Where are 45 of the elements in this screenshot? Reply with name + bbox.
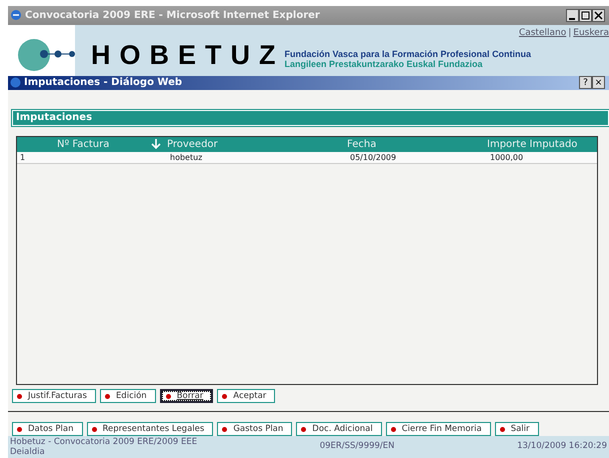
- dialog-title: Imputaciones - Diálogo Web: [24, 76, 182, 90]
- action-button[interactable]: Justif.Facturas: [12, 389, 96, 403]
- table-cell-text: 05/10/2009: [349, 152, 396, 162]
- bullet-icon: [17, 394, 22, 398]
- bullet-icon: [222, 394, 228, 398]
- action-button[interactable]: Datos Plan: [12, 422, 83, 436]
- minimize-icon[interactable]: [566, 8, 579, 22]
- action-button[interactable]: Aceptar: [217, 389, 276, 403]
- tagline: Langileen Prestakuntzarako Euskal Fundazioa: [284, 58, 484, 69]
- action-button[interactable]: Doc. Adicional: [296, 422, 382, 436]
- bullet-icon: [92, 426, 97, 432]
- window-title: Convocatoria 2009 ERE - Microsoft Internet Explorer: [25, 8, 320, 23]
- brand-name: HOBETUZ: [91, 42, 284, 72]
- bullet-icon: [301, 426, 306, 432]
- action-button[interactable]: Borrar: [160, 389, 214, 403]
- bullet-icon: [390, 426, 396, 432]
- bullet-icon: [17, 426, 22, 432]
- table-cell-text: 1: [19, 152, 26, 162]
- action-button[interactable]: Gastos Plan: [217, 422, 292, 436]
- table-cell-text: hobetuz: [169, 152, 202, 162]
- language-link[interactable]: Castellano: [518, 28, 566, 38]
- action-button[interactable]: Cierre Fin Memoria: [386, 422, 491, 436]
- section-header: Imputaciones: [12, 110, 609, 126]
- bullet-icon: [104, 394, 110, 398]
- browser-icon: [10, 9, 22, 22]
- table-row[interactable]: 1 hobetuz 05/10/2009 1000,00: [17, 152, 597, 164]
- action-button[interactable]: Edición: [100, 389, 156, 403]
- bullet-icon: [500, 426, 505, 432]
- language-link[interactable]: Euskera: [573, 28, 609, 38]
- bullet-icon: [222, 426, 228, 432]
- tagline: Fundación Vasca para la Formación Profesional Continua: [284, 48, 532, 59]
- status-text: 13/10/2009 16:20:29: [517, 440, 607, 453]
- table-cell-text: 1000,00: [489, 152, 524, 162]
- close-icon[interactable]: [592, 8, 605, 22]
- help-button[interactable]: ?: [579, 76, 592, 90]
- action-button[interactable]: Representantes Legales: [86, 422, 214, 436]
- maximize-icon[interactable]: [579, 8, 592, 22]
- status-text: Deialdia: [10, 447, 46, 457]
- close-button[interactable]: ×: [592, 76, 605, 90]
- status-text: Hobetuz - Convocatoria 2009 ERE/2009 EEE: [10, 437, 198, 447]
- status-text: 09ER/SS/9999/EN: [320, 440, 395, 453]
- bullet-icon: [166, 394, 171, 398]
- separator: |: [568, 28, 572, 38]
- action-button[interactable]: Salir: [494, 422, 539, 436]
- browser-icon: [10, 77, 21, 88]
